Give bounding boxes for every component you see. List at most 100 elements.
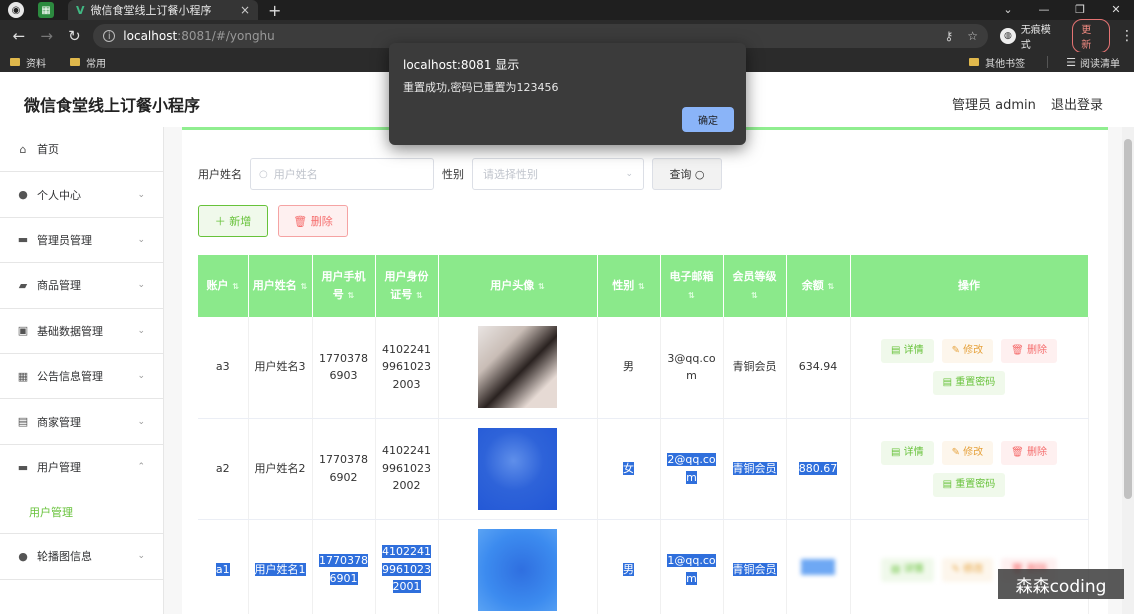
gender-cell: 男 bbox=[597, 519, 661, 614]
level-cell: 青铜会员 bbox=[723, 317, 787, 419]
sidebar-subitem-user-management[interactable]: 用户管理 bbox=[0, 490, 163, 535]
bookmark-folder[interactable]: 常用 bbox=[70, 55, 106, 70]
batch-delete-button[interactable]: 🗑 删除 bbox=[278, 205, 348, 237]
account-cell: a1 bbox=[198, 519, 249, 614]
other-bookmarks[interactable]: 其他书签 bbox=[969, 55, 1025, 70]
detail-button[interactable]: ▤ 详情 bbox=[880, 440, 934, 465]
dialog-message: 重置成功,密码已重置为123456 bbox=[403, 81, 559, 94]
more-menu-icon[interactable]: ⋮ bbox=[1120, 28, 1134, 44]
logout-link[interactable]: 退出登录 bbox=[1051, 94, 1103, 113]
avatar-cell bbox=[438, 317, 598, 419]
chevron-up-icon: ⌃ bbox=[137, 462, 145, 473]
column-header[interactable]: 用户姓名 ⇅ bbox=[248, 255, 313, 317]
delete-button[interactable]: 🗑 删除 bbox=[1001, 339, 1058, 364]
incognito-icon: ◍ bbox=[1000, 28, 1016, 44]
user-icon: ● bbox=[18, 549, 28, 563]
tab-title: 微信食堂线上订餐小程序 bbox=[90, 4, 212, 17]
avatar[interactable] bbox=[478, 326, 557, 409]
site-title: 微信食堂线上订餐小程序 bbox=[24, 96, 201, 115]
dialog-ok-button[interactable]: 确定 bbox=[682, 107, 734, 132]
tab-close-icon[interactable]: × bbox=[240, 3, 250, 17]
chevron-down-icon: ⌄ bbox=[137, 416, 145, 427]
column-header[interactable]: 会员等级 ⇅ bbox=[723, 255, 787, 317]
edit-button[interactable]: ✎ 修改 bbox=[941, 339, 994, 364]
action-buttons: ＋ 新增 🗑 删除 bbox=[198, 205, 348, 237]
search-icon: ○ bbox=[259, 168, 268, 180]
table-header-row: 账户 ⇅ 用户姓名 ⇅ 用户手机号 ⇅ 用户身份证号 ⇅ 用户头像 ⇅ 性别 ⇅… bbox=[198, 255, 1089, 317]
chevron-down-icon: ⌄ bbox=[137, 234, 145, 245]
gender-select[interactable]: 请选择性别 ⌄ bbox=[472, 158, 644, 190]
reset-password-button[interactable]: ▤ 重置密码 bbox=[932, 371, 1006, 396]
back-arrow-icon[interactable]: ← bbox=[10, 27, 28, 45]
key-icon[interactable]: ⚷ bbox=[944, 29, 953, 43]
name-label: 用户姓名 bbox=[198, 168, 242, 181]
update-button[interactable]: 更新 bbox=[1072, 19, 1110, 53]
add-button[interactable]: ＋ 新增 bbox=[198, 205, 268, 237]
scrollbar[interactable] bbox=[1122, 127, 1134, 614]
site-info-icon[interactable]: i bbox=[103, 30, 116, 42]
edit-button[interactable]: ✎ 修改 bbox=[941, 557, 994, 582]
reading-list[interactable]: ☰ 阅读清单 bbox=[1066, 55, 1120, 70]
new-tab-button[interactable]: + bbox=[268, 1, 281, 20]
sidebar-item-basic-data[interactable]: ▣ 基础数据管理 ⌄ bbox=[0, 309, 163, 354]
sidebar-item-goods[interactable]: ▰ 商品管理 ⌄ bbox=[0, 263, 163, 309]
content-card: 用户姓名 ○ 用户姓名 性别 请选择性别 ⌄ 查询 ○ ＋ 新增 🗑 删除 账户… bbox=[182, 127, 1108, 614]
detail-button[interactable]: ▤ 详情 bbox=[880, 339, 934, 364]
phone-cell: 17703786902 bbox=[312, 418, 376, 520]
column-header[interactable]: 电子邮箱 ⇅ bbox=[660, 255, 724, 317]
edit-button[interactable]: ✎ 修改 bbox=[941, 440, 994, 465]
folder-icon bbox=[70, 58, 80, 66]
column-header[interactable]: 性别 ⇅ bbox=[597, 255, 661, 317]
sidebar-item-carousel[interactable]: ● 轮播图信息 ⌄ bbox=[0, 534, 163, 580]
vue-logo-icon: V bbox=[76, 3, 85, 17]
sort-icon: ⇅ bbox=[300, 282, 308, 292]
browser-tab[interactable]: V 微信食堂线上订餐小程序 × bbox=[68, 0, 258, 20]
column-header[interactable]: 用户身份证号 ⇅ bbox=[375, 255, 439, 317]
incognito-label: 无痕模式 bbox=[1020, 25, 1051, 51]
restore-button[interactable]: ❐ bbox=[1062, 0, 1098, 20]
name-cell: 用户姓名3 bbox=[248, 317, 313, 419]
pinned-tab-icon[interactable]: ▦ bbox=[38, 2, 54, 18]
sidebar-item-users[interactable]: ▬ 用户管理 ⌃ bbox=[0, 445, 163, 490]
dialog-title: localhost:8081 显示 bbox=[403, 58, 520, 72]
avatar[interactable] bbox=[478, 528, 557, 611]
level-cell: 青铜会员 bbox=[723, 519, 787, 614]
incognito-indicator[interactable]: ◍ 无痕模式 bbox=[1000, 21, 1060, 51]
user-icon: ● bbox=[18, 188, 28, 202]
bookmark-folder[interactable]: 资料 bbox=[10, 55, 46, 70]
balance-cell bbox=[786, 519, 851, 614]
column-header[interactable]: 账户 ⇅ bbox=[198, 255, 249, 317]
detail-button[interactable]: ▤ 详情 bbox=[880, 557, 934, 582]
email-cell: 1@qq.com bbox=[660, 519, 724, 614]
sidebar-item-profile[interactable]: ● 个人中心 ⌄ bbox=[0, 172, 163, 218]
avatar[interactable] bbox=[478, 427, 557, 510]
reload-icon[interactable]: ↻ bbox=[66, 27, 84, 45]
sidebar-item-merchant[interactable]: ▤ 商家管理 ⌄ bbox=[0, 399, 163, 445]
sort-icon: ⇅ bbox=[538, 282, 545, 292]
reset-password-button[interactable]: ▤ 重置密码 bbox=[932, 472, 1006, 497]
name-cell: 用户姓名2 bbox=[248, 418, 313, 520]
user-table: 账户 ⇅ 用户姓名 ⇅ 用户手机号 ⇅ 用户身份证号 ⇅ 用户头像 ⇅ 性别 ⇅… bbox=[198, 255, 1089, 614]
sidebar-item-home[interactable]: ⌂ 首页 bbox=[0, 127, 163, 173]
globe-icon[interactable]: ◉ bbox=[8, 2, 24, 18]
forward-arrow-icon[interactable]: → bbox=[38, 27, 56, 45]
column-header[interactable]: 余额 ⇅ bbox=[786, 255, 851, 317]
gender-placeholder: 请选择性别 bbox=[483, 168, 538, 181]
query-button[interactable]: 查询 ○ bbox=[652, 158, 722, 190]
name-search-input[interactable]: ○ 用户姓名 bbox=[250, 158, 434, 190]
column-header[interactable]: 用户手机号 ⇅ bbox=[312, 255, 376, 317]
sidebar-item-admin[interactable]: ▬ 管理员管理 ⌄ bbox=[0, 218, 163, 264]
chevron-down-icon: ⌄ bbox=[137, 280, 145, 291]
column-header[interactable]: 用户头像 ⇅ bbox=[438, 255, 598, 317]
delete-button[interactable]: 🗑 删除 bbox=[1001, 440, 1058, 465]
tab-search-icon[interactable]: ⌄ bbox=[990, 0, 1026, 20]
balance-cell: 634.94 bbox=[786, 317, 851, 419]
minimize-button[interactable]: — bbox=[1026, 0, 1062, 20]
close-window-button[interactable]: ✕ bbox=[1098, 0, 1134, 20]
id-card-cell: 410224199610232001 bbox=[375, 519, 439, 614]
sidebar-item-notice[interactable]: ▦ 公告信息管理 ⌄ bbox=[0, 354, 163, 400]
star-icon[interactable]: ☆ bbox=[967, 29, 978, 43]
scrollbar-thumb[interactable] bbox=[1124, 139, 1132, 499]
document-icon: ▤ bbox=[17, 415, 29, 429]
watermark: 森森coding bbox=[998, 569, 1124, 599]
